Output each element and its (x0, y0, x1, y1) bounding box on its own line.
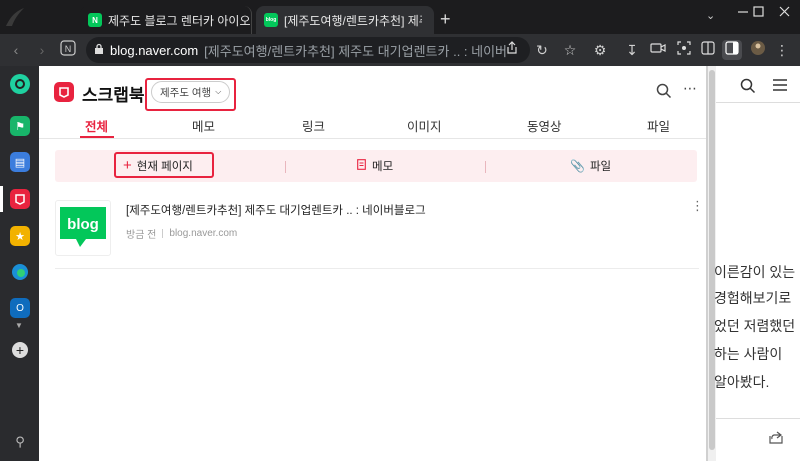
left-sidebar: ⚑ ▤ ★ O ▼ + ⚲ (0, 66, 39, 461)
new-tab-button[interactable]: + (440, 10, 451, 28)
memo-icon (357, 159, 366, 173)
tab-memo[interactable]: 메모 (192, 116, 215, 135)
naver-favicon-icon: N (88, 13, 102, 27)
more-apps-chevron-icon[interactable]: ▼ (15, 321, 23, 330)
scrapbook-title: 스크랩북 (82, 86, 145, 105)
tabs-divider (39, 138, 708, 139)
tab-title: 제주도 블로그 렌터카 아이오닉 (108, 13, 252, 28)
split-view-icon[interactable] (698, 40, 718, 60)
pin-icon[interactable]: ⚲ (10, 432, 30, 452)
page-text-line: 이른감이 있는 (714, 264, 796, 280)
current-page-highlight-box (114, 152, 214, 178)
menu-icon[interactable]: ⋮ (772, 40, 792, 60)
page-menu-icon[interactable] (772, 78, 788, 97)
scrap-meta: 방금 전 blog.naver.com (126, 226, 237, 241)
item-more-icon[interactable]: ⋮ (691, 198, 704, 214)
page-text-line: 하는 사람이 (714, 346, 783, 362)
minimize-button[interactable] (735, 4, 751, 20)
lock-icon (94, 43, 104, 58)
add-memo-label: 메모 (372, 161, 394, 173)
page-text-line: 알아봤다. (714, 374, 770, 390)
scrap-list-item[interactable]: blog [제주도여행/렌트카추천] 제주도 대기업렌트카 .. : 네이버블로… (55, 196, 704, 268)
edge-icon[interactable] (10, 262, 30, 282)
reload-icon[interactable]: ↻ (532, 40, 552, 60)
scrap-time: 방금 전 (126, 230, 157, 241)
blog-thumb-text: blog (67, 216, 99, 233)
title-bar: N 제주도 블로그 렌터카 아이오닉 blog [제주도여행/렌트카추천] 제주… (0, 0, 800, 34)
close-window-button[interactable] (776, 4, 792, 20)
more-options-icon[interactable]: ⋯ (683, 80, 697, 97)
alarm-bell-icon[interactable]: ⚑ (10, 116, 30, 136)
tab-image[interactable]: 이미지 (407, 116, 442, 135)
tab-title: [제주도여행/렌트카추천] 제주도 (284, 13, 422, 28)
address-bar[interactable]: blog.naver.com [제주도여행/렌트카추천] 제주도 대기업렌트카 … (86, 37, 530, 63)
page-scroll-thumb[interactable] (709, 70, 715, 450)
star-icon[interactable]: ★ (10, 226, 30, 246)
tab-list-chevron-icon[interactable]: ⌄ (706, 9, 715, 22)
download-icon[interactable]: ↧ (622, 40, 642, 60)
list-divider (55, 268, 699, 269)
url-page-title: [제주도여행/렌트카추천] 제주도 대기업렌트카 .. : 네이버 (204, 43, 508, 59)
outlook-icon[interactable]: O (10, 298, 30, 318)
scrapbook-sidebar-icon[interactable] (10, 189, 30, 209)
address-toolbar: ‹ › N blog.naver.com [제주도여행/렌트카추천] 제주도 대… (0, 34, 800, 66)
paperclip-icon: 📎 (570, 159, 585, 173)
tab-video[interactable]: 동영상 (527, 116, 562, 135)
forward-icon[interactable]: › (32, 40, 52, 60)
page-footer-divider (716, 418, 800, 419)
actions-divider (285, 161, 286, 173)
scrapbook-logo-icon (54, 82, 74, 102)
sidebar-active-indicator (0, 186, 3, 212)
page-search-icon[interactable] (740, 78, 756, 99)
scrap-title[interactable]: [제주도여행/렌트카추천] 제주도 대기업렌트카 .. : 네이버블로그 (126, 202, 426, 218)
background-page: 이른감이 있는 경험해보기로 었던 저렴했던 하는 사람이 알아봤다. (708, 66, 800, 461)
page-text-line: 었던 저렴했던 (714, 318, 796, 334)
extensions-icon[interactable]: ⚙ (590, 40, 610, 60)
tab-file[interactable]: 파일 (647, 116, 670, 135)
profile-avatar-icon[interactable] (748, 40, 768, 60)
tab-blog-active[interactable]: blog [제주도여행/렌트카추천] 제주도 (256, 6, 434, 34)
folder-highlight-box (145, 78, 236, 111)
share-icon[interactable] (502, 40, 522, 60)
favorite-star-icon[interactable]: ☆ (560, 40, 580, 60)
page-text-line: 경험해보기로 (714, 290, 792, 306)
naver-n-icon[interactable]: N (58, 40, 78, 60)
back-icon[interactable]: ‹ (6, 40, 26, 60)
tab-link[interactable]: 링크 (302, 116, 325, 135)
video-icon[interactable] (648, 40, 668, 60)
tab-naver-search[interactable]: N 제주도 블로그 렌터카 아이오닉 (80, 6, 252, 34)
briefcase-icon[interactable]: ▤ (10, 152, 30, 172)
url-domain: blog.naver.com (110, 42, 199, 58)
actions-divider (485, 161, 486, 173)
tab-all[interactable]: 전체 (85, 116, 108, 135)
search-icon[interactable] (656, 83, 672, 104)
add-file-button[interactable]: 📎 파일 (570, 158, 611, 174)
svg-text:N: N (65, 44, 72, 54)
whale-logo-icon[interactable] (10, 74, 30, 94)
meta-divider (162, 229, 164, 238)
blog-thumbnail-icon: blog (55, 200, 111, 256)
scrapbook-panel: 스크랩북 제주도 여행 ⌵ ⋯ 전체 메모 링크 이미지 동영상 파일 + 현재… (39, 66, 708, 461)
maximize-button[interactable] (750, 4, 766, 20)
add-app-icon[interactable]: + (12, 342, 28, 358)
sidebar-toggle-icon[interactable] (722, 40, 742, 60)
blog-favicon-icon: blog (264, 13, 278, 27)
scrap-source: blog.naver.com (169, 228, 238, 239)
page-header-divider (716, 102, 800, 103)
page-share-icon[interactable] (768, 430, 784, 449)
browser-logo-icon (2, 4, 28, 30)
capture-icon[interactable] (674, 40, 694, 60)
add-file-label: 파일 (589, 161, 612, 173)
add-memo-button[interactable]: 메모 (357, 158, 393, 174)
